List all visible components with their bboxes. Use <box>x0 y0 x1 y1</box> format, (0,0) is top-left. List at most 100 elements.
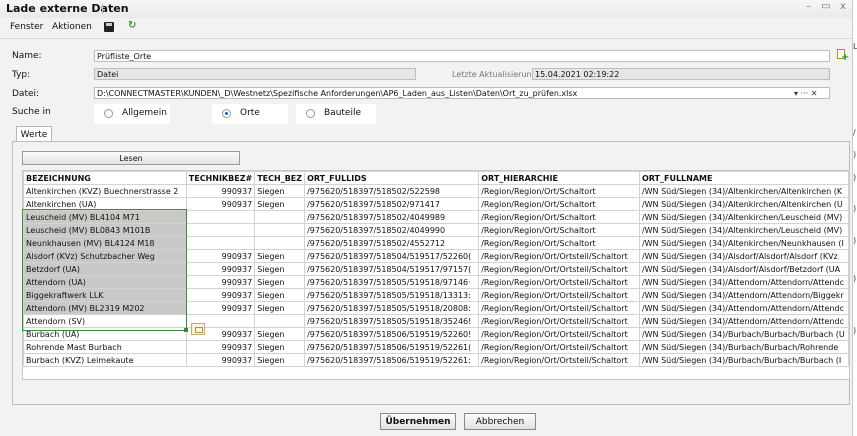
cell-ort-fullname[interactable]: /WN Süd/Siegen (34)/Altenkirchen/Altenki… <box>638 184 849 198</box>
cell-bezeichnung[interactable]: Neunkhausen (MV) BL4124 M18 <box>23 236 187 250</box>
datei-controls[interactable]: ▾ ··· ✕ <box>794 89 817 98</box>
datei-field[interactable]: D:\CONNECTMASTER\KUNDEN\_D\Westnetz\Spez… <box>94 87 830 99</box>
refresh-icon[interactable]: ↻ <box>128 20 136 31</box>
cell-ort-hierarchie[interactable]: /Region/Region/Ort/Ortsteil/Schaltort <box>478 301 640 315</box>
table-row[interactable]: Burbach (UA) 990937 Siegen/975620/518397/5… <box>23 327 849 341</box>
table-row[interactable]: Attendorn (UA) 990937 Siegen/975620/518397… <box>23 275 849 289</box>
cell-tech-bez[interactable]: Siegen <box>254 288 306 302</box>
table-row[interactable]: Rohrende Mast Burbach 990937 Siegen/975620… <box>23 340 849 354</box>
cell-ort-fullname[interactable]: /WN Süd/Siegen (34)/Burbach/Burbach/Burb… <box>638 353 849 367</box>
col-header-ort-fullids[interactable]: ORT_FULLIDS <box>304 171 480 185</box>
cell-tech-bez[interactable]: Siegen <box>254 184 306 198</box>
cell-bezeichnung[interactable]: Rohrende Mast Burbach <box>23 340 187 354</box>
close-button[interactable]: x <box>836 1 850 12</box>
cell-bezeichnung[interactable]: Leuscheid (MV) BL0843 M101B <box>23 223 187 237</box>
cell-tech-bez[interactable]: Siegen <box>254 327 306 341</box>
title-bar[interactable]: Lade externe Daten – ▭ x <box>0 0 852 18</box>
cell-ort-fullids[interactable]: /975620/518397/518502/4049989 <box>304 210 480 224</box>
cell-bezeichnung[interactable]: Betzdorf (UA) <box>23 262 187 276</box>
cell-tech-bez[interactable]: Siegen <box>254 340 306 354</box>
save-icon[interactable] <box>104 22 114 32</box>
cell-bezeichnung[interactable]: Burbach (KVZ) Leimekaute <box>23 353 187 367</box>
cell-tech-bez[interactable] <box>254 210 306 224</box>
cell-technikbez[interactable] <box>185 210 256 224</box>
cell-ort-fullids[interactable]: /975620/518397/518505/519518/20808: <box>304 301 480 315</box>
table-row[interactable]: Neunkhausen (MV) BL4124 M18/975620/51839… <box>23 236 849 250</box>
table-row[interactable]: Betzdorf (UA) 990937 Siegen/975620/518397/… <box>23 262 849 276</box>
name-field[interactable]: Prüfliste_Orte <box>94 50 830 62</box>
cell-ort-hierarchie[interactable]: /Region/Region/Ort/Ortsteil/Schaltort <box>478 275 640 289</box>
table-row[interactable]: Leuscheid (MV) BL4104 M71/975620/518397/… <box>23 210 849 224</box>
table-row[interactable]: Leuscheid (MV) BL0843 M101B/975620/51839… <box>23 223 849 237</box>
cell-technikbez[interactable]: 990937 <box>185 249 256 263</box>
radio-bauteile-dot[interactable] <box>306 109 315 118</box>
cell-ort-fullname[interactable]: /WN Süd/Siegen (34)/Attendorn/Attendorn/… <box>638 301 849 315</box>
cell-ort-hierarchie[interactable]: /Region/Region/Ort/Ortsteil/Schaltort <box>478 353 640 367</box>
cell-technikbez[interactable] <box>185 236 256 250</box>
menu-aktionen[interactable]: Aktionen <box>52 22 92 32</box>
cell-tech-bez[interactable] <box>254 314 306 328</box>
col-header-ort-hierarchie[interactable]: ORT_HIERARCHIE <box>478 171 640 185</box>
cell-ort-fullname[interactable]: /WN Süd/Siegen (34)/Burbach/Burbach/Rohr… <box>638 340 849 354</box>
cell-bezeichnung[interactable]: Attendorn (MV) BL2319 M202 <box>23 301 187 315</box>
abbrechen-button[interactable]: Abbrechen <box>464 413 536 430</box>
cell-tech-bez[interactable]: Siegen <box>254 275 306 289</box>
cell-bezeichnung[interactable]: Burbach (UA) <box>23 327 187 341</box>
cell-ort-hierarchie[interactable]: /Region/Region/Ort/Ortsteil/Schaltort <box>478 340 640 354</box>
cell-ort-fullids[interactable]: /975620/518397/518506/519519/52260! <box>304 327 480 341</box>
cell-ort-fullname[interactable]: /WN Süd/Siegen (34)/Attendorn/Attendorn/… <box>638 275 849 289</box>
cell-ort-hierarchie[interactable]: /Region/Region/Ort/Ortsteil/Schaltort <box>478 262 640 276</box>
radio-orte[interactable]: Orte <box>212 104 288 124</box>
cell-technikbez[interactable]: 990937 <box>185 197 256 211</box>
cell-ort-fullids[interactable]: /975620/518397/518505/519518/35246! <box>304 314 480 328</box>
cell-tech-bez[interactable]: Siegen <box>254 249 306 263</box>
cell-tech-bez[interactable]: Siegen <box>254 262 306 276</box>
cell-tech-bez[interactable]: Siegen <box>254 197 306 211</box>
cell-bezeichnung[interactable]: Biggekraftwerk LLK <box>23 288 187 302</box>
selection-fill-handle[interactable] <box>184 328 188 332</box>
cell-tech-bez[interactable]: Siegen <box>254 301 306 315</box>
cell-ort-fullname[interactable]: /WN Süd/Siegen (34)/Altenkirchen/Leusche… <box>638 223 849 237</box>
cell-ort-hierarchie[interactable]: /Region/Region/Ort/Ortsteil/Schaltort <box>478 327 640 341</box>
cell-ort-fullids[interactable]: /975620/518397/518505/519518/97146· <box>304 275 480 289</box>
cell-ort-fullname[interactable]: /WN Süd/Siegen (34)/Attendorn/Attendorn/… <box>638 314 849 328</box>
cell-technikbez[interactable]: 990937 <box>185 275 256 289</box>
table-row[interactable]: Attendorn (MV) BL2319 M202 990937 Siegen/9… <box>23 301 849 315</box>
col-header-tech-bez[interactable]: TECH_BEZ <box>254 171 306 185</box>
cell-ort-hierarchie[interactable]: /Region/Region/Ort/Schaltort <box>478 197 640 211</box>
col-header-ort-fullname[interactable]: ORT_FULLNAME <box>638 171 849 185</box>
cell-ort-fullids[interactable]: /975620/518397/518504/519517/52260( <box>304 249 480 263</box>
lesen-button[interactable]: Lesen <box>22 151 240 165</box>
cell-technikbez[interactable]: 990937 <box>185 340 256 354</box>
col-header-bezeichnung[interactable]: BEZEICHNUNG <box>23 171 187 185</box>
cell-technikbez[interactable]: 990937 <box>185 288 256 302</box>
table-row[interactable]: Biggekraftwerk LLK 990937 Siegen/975620/51… <box>23 288 849 302</box>
cell-ort-hierarchie[interactable]: /Region/Region/Ort/Schaltort <box>478 236 640 250</box>
cell-ort-hierarchie[interactable]: /Region/Region/Ort/Ortsteil/Schaltort <box>478 288 640 302</box>
cell-ort-fullname[interactable]: /WN Süd/Siegen (34)/Altenkirchen/Neunkha… <box>638 236 849 250</box>
maximize-button[interactable]: ▭ <box>819 1 833 12</box>
cell-ort-fullname[interactable]: /WN Süd/Siegen (34)/Alsdorf/Alsdorf/Betz… <box>638 262 849 276</box>
minimize-button[interactable]: – <box>802 1 816 12</box>
cell-ort-hierarchie[interactable]: /Region/Region/Ort/Schaltort <box>478 223 640 237</box>
data-grid[interactable]: BEZEICHNUNG TECHNIKBEZ# TECH_BEZ ORT_FUL… <box>22 170 850 380</box>
cell-ort-fullids[interactable]: /975620/518397/518502/4049990 <box>304 223 480 237</box>
cell-ort-fullname[interactable]: /WN Süd/Siegen (34)/Attendorn/Attendorn/… <box>638 288 849 302</box>
menu-fenster[interactable]: Fenster <box>10 22 43 32</box>
paste-options-icon[interactable] <box>191 323 205 335</box>
cell-ort-fullname[interactable]: /WN Süd/Siegen (34)/Altenkirchen/Leusche… <box>638 210 849 224</box>
cell-ort-fullids[interactable]: /975620/518397/518502/4552712 <box>304 236 480 250</box>
cell-ort-fullids[interactable]: /975620/518397/518502/971417 <box>304 197 480 211</box>
cell-ort-fullids[interactable]: /975620/518397/518504/519517/97157( <box>304 262 480 276</box>
table-row[interactable]: Altenkirchen (KVZ) Buechnerstrasse 2 9909… <box>23 184 849 198</box>
cell-ort-fullids[interactable]: /975620/518397/518506/519519/52261: <box>304 353 480 367</box>
cell-ort-hierarchie[interactable]: /Region/Region/Ort/Schaltort <box>478 210 640 224</box>
cell-technikbez[interactable]: 990937 <box>185 353 256 367</box>
cell-ort-fullname[interactable]: /WN Süd/Siegen (34)/Alsdorf/Alsdorf/Alsd… <box>638 249 849 263</box>
cell-bezeichnung[interactable]: Attendorn (SV) <box>23 314 187 328</box>
cell-ort-fullids[interactable]: /975620/518397/518505/519518/13313: <box>304 288 480 302</box>
radio-orte-dot[interactable] <box>222 109 231 118</box>
cell-ort-fullname[interactable]: /WN Süd/Siegen (34)/Altenkirchen/Altenki… <box>638 197 849 211</box>
cell-tech-bez[interactable] <box>254 236 306 250</box>
table-row[interactable]: Burbach (KVZ) Leimekaute 990937 Siegen/975… <box>23 353 849 367</box>
